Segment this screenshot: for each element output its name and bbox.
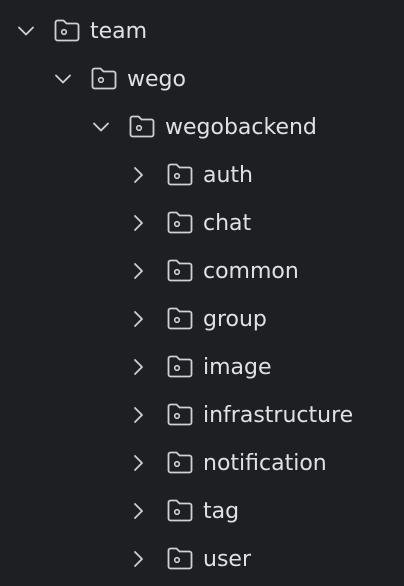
tree-node-label: infrastructure <box>203 403 354 428</box>
chevron-down-icon[interactable] <box>91 117 111 137</box>
tree-node-wegobackend[interactable]: wegobackend <box>0 104 404 152</box>
folder-icon <box>166 258 194 284</box>
folder-icon <box>166 162 194 188</box>
folder-icon <box>166 450 194 476</box>
folder-icon <box>128 114 156 140</box>
folder-icon <box>53 18 81 44</box>
folder-icon <box>166 210 194 236</box>
folder-icon <box>166 402 194 428</box>
tree-node-group[interactable]: group <box>0 296 404 344</box>
chevron-down-icon[interactable] <box>16 21 36 41</box>
tree-node-notification[interactable]: notification <box>0 440 404 488</box>
tree-node-label: group <box>203 307 267 332</box>
folder-icon <box>166 306 194 332</box>
chevron-right-icon[interactable] <box>128 501 148 521</box>
chevron-right-icon[interactable] <box>128 165 148 185</box>
tree-node-label: common <box>203 259 299 284</box>
tree-node-label: notification <box>203 451 327 476</box>
tree-node-label: user <box>203 547 251 572</box>
chevron-right-icon[interactable] <box>128 213 148 233</box>
tree-node-wego[interactable]: wego <box>0 56 404 104</box>
chevron-right-icon[interactable] <box>128 357 148 377</box>
chevron-down-icon[interactable] <box>53 69 73 89</box>
folder-icon <box>90 66 118 92</box>
tree-node-label: tag <box>203 499 240 524</box>
folder-icon <box>166 354 194 380</box>
chevron-right-icon[interactable] <box>128 549 148 569</box>
tree-node-auth[interactable]: auth <box>0 152 404 200</box>
tree-node-common[interactable]: common <box>0 248 404 296</box>
tree-node-image[interactable]: image <box>0 344 404 392</box>
tree-node-label: auth <box>203 163 253 188</box>
folder-icon <box>166 498 194 524</box>
project-tree: team wego wegobackend auth chat common g… <box>0 0 404 586</box>
tree-node-label: wego <box>127 67 186 92</box>
tree-node-chat[interactable]: chat <box>0 200 404 248</box>
folder-icon <box>166 546 194 572</box>
tree-node-label: team <box>90 19 148 44</box>
tree-node-label: wegobackend <box>165 115 317 140</box>
tree-node-tag[interactable]: tag <box>0 488 404 536</box>
tree-node-infrastructure[interactable]: infrastructure <box>0 392 404 440</box>
tree-node-team[interactable]: team <box>0 8 404 56</box>
chevron-right-icon[interactable] <box>128 261 148 281</box>
chevron-right-icon[interactable] <box>128 453 148 473</box>
tree-node-label: chat <box>203 211 252 236</box>
chevron-right-icon[interactable] <box>128 405 148 425</box>
chevron-right-icon[interactable] <box>128 309 148 329</box>
tree-node-user[interactable]: user <box>0 536 404 584</box>
tree-node-label: image <box>203 355 272 380</box>
